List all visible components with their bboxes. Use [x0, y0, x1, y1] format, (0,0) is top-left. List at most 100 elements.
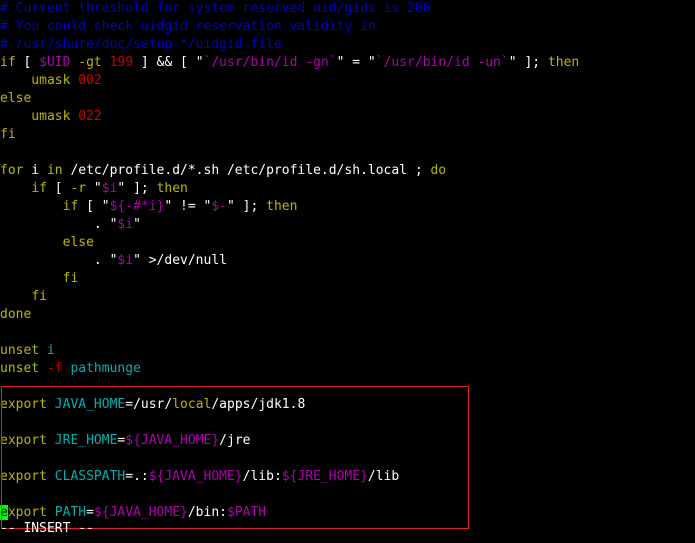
- code-token-default: [47, 505, 55, 520]
- code-token-default: /lib:: [242, 469, 282, 484]
- code-line[interactable]: fi: [0, 288, 47, 306]
- code-line[interactable]: umask 022: [0, 108, 102, 126]
- code-token-default: [39, 361, 47, 376]
- code-token-identifier: JAVA_HOME: [54, 397, 126, 412]
- code-token-default: [47, 397, 55, 412]
- code-line[interactable]: export JRE_HOME=${JAVA_HOME}/jre: [0, 432, 250, 450]
- code-line[interactable]: else: [0, 234, 94, 252]
- code-token-keyword: fi: [62, 271, 79, 286]
- code-token-identifier: JRE_HOME: [54, 433, 118, 448]
- code-token-keyword: else: [62, 235, 94, 250]
- code-token-default: [0, 181, 31, 196]
- code-line[interactable]: # You could check uidgid reservation val…: [0, 18, 376, 36]
- code-token-default: ": [86, 181, 102, 196]
- code-token-default: [102, 55, 110, 70]
- code-token-default: " >/dev/null: [133, 253, 227, 268]
- code-token-variable: `/usr/bin/id -un`: [375, 55, 509, 70]
- code-line[interactable]: unset i: [0, 342, 55, 360]
- code-token-comment: # Current threshold for system reserved …: [0, 1, 431, 16]
- code-token-default: /apps/jdk1.8: [211, 397, 306, 412]
- code-line[interactable]: fi: [0, 270, 79, 288]
- vim-mode-indicator: -- INSERT --: [0, 521, 94, 536]
- code-token-keyword: -gt: [78, 55, 102, 70]
- code-token-keyword: in: [46, 163, 63, 178]
- code-token-variable: ${JAVA_HOME}: [93, 505, 188, 520]
- code-token-default: " ];: [117, 181, 157, 196]
- code-token-default: /lib: [367, 469, 400, 484]
- code-line[interactable]: if [ $UID -gt 199 ] && [ "`/usr/bin/id -…: [0, 54, 579, 72]
- code-token-default: [0, 271, 63, 286]
- code-token-default: [ ": [78, 199, 110, 214]
- code-token-keyword: if: [31, 181, 47, 196]
- code-token-default: . ": [0, 253, 118, 268]
- code-line[interactable]: export CLASSPATH=.:${JAVA_HOME}/lib:${JR…: [0, 468, 399, 486]
- code-line[interactable]: . "$i" >/dev/null: [0, 252, 227, 270]
- code-line[interactable]: for i in /etc/profile.d/*.sh /etc/profil…: [0, 162, 446, 180]
- code-token-default: /etc/profile.d/*.sh /etc/profile.d/sh.lo…: [62, 163, 431, 178]
- code-token-default: /jre: [219, 433, 251, 448]
- code-token-keyword: fi: [31, 289, 47, 304]
- code-line[interactable]: # /usr/share/doc/setup-*/uidgid file: [0, 36, 282, 54]
- code-token-variable: `/usr/bin/id -gn`: [203, 55, 337, 70]
- code-token-number: 022: [78, 109, 102, 124]
- code-token-keyword: unset: [0, 361, 40, 376]
- code-line[interactable]: unset -f pathmunge: [0, 360, 141, 378]
- code-line[interactable]: # Current threshold for system reserved …: [0, 0, 430, 18]
- code-token-default: [39, 343, 47, 358]
- code-token-default: [: [46, 181, 71, 196]
- code-token-default: [0, 199, 63, 214]
- code-token-keyword: export: [0, 397, 47, 412]
- code-token-keyword: then: [156, 181, 188, 196]
- code-token-keyword: umask: [0, 73, 79, 88]
- code-token-keyword: local: [172, 397, 212, 412]
- code-line[interactable]: if [ -r "$i" ]; then: [0, 180, 188, 198]
- code-token-number: -f: [46, 361, 63, 376]
- code-token-keyword: if: [62, 199, 79, 214]
- text-cursor: e: [0, 505, 8, 520]
- code-token-variable: ${JAVA_HOME}: [125, 433, 220, 448]
- code-line[interactable]: if [ "${-#*i}" != "$-" ]; then: [0, 198, 298, 216]
- code-token-default: [47, 433, 55, 448]
- code-token-variable: $i: [117, 253, 134, 268]
- code-token-default: ": [133, 217, 141, 232]
- code-token-keyword: -r: [70, 181, 87, 196]
- code-token-keyword: then: [547, 55, 580, 70]
- code-token-keyword: fi: [0, 127, 16, 142]
- code-line[interactable]: fi: [0, 126, 16, 144]
- code-token-default: i: [23, 163, 47, 178]
- code-token-keyword: umask: [0, 109, 79, 124]
- code-line[interactable]: . "$i": [0, 216, 141, 234]
- code-token-keyword: for: [0, 163, 24, 178]
- code-token-variable: ${JAVA_HOME}: [148, 469, 243, 484]
- code-token-default: =/usr/: [125, 397, 173, 412]
- code-token-default: [47, 469, 55, 484]
- code-token-number: 002: [78, 73, 102, 88]
- code-token-default: [: [15, 55, 40, 70]
- terminal-window[interactable]: # Current threshold for system reserved …: [0, 0, 695, 543]
- code-token-default: . ": [0, 217, 118, 232]
- code-token-keyword: done: [0, 307, 32, 322]
- code-line[interactable]: export JAVA_HOME=/usr/local/apps/jdk1.8: [0, 396, 305, 414]
- code-token-keyword: unset: [0, 343, 40, 358]
- code-token-default: =: [86, 505, 94, 520]
- code-token-variable: ${-#*i}: [109, 199, 165, 214]
- code-token-identifier: i: [46, 343, 55, 358]
- code-token-keyword: then: [266, 199, 298, 214]
- code-token-default: [0, 289, 31, 304]
- code-line[interactable]: done: [0, 306, 31, 324]
- code-token-default: [0, 235, 63, 250]
- code-token-variable: $i: [117, 217, 134, 232]
- code-token-variable: $i: [101, 181, 118, 196]
- code-line[interactable]: umask 002: [0, 72, 102, 90]
- code-token-variable: ${JRE_HOME}: [281, 469, 368, 484]
- code-token-variable: $PATH: [227, 505, 267, 520]
- code-token-identifier: CLASSPATH: [54, 469, 126, 484]
- code-line[interactable]: else: [0, 90, 31, 108]
- code-token-variable: $-: [211, 199, 228, 214]
- code-token-default: =.:: [125, 469, 149, 484]
- code-token-default: ] && [ ": [133, 55, 204, 70]
- code-token-comment: # /usr/share/doc/setup-*/uidgid file: [0, 37, 282, 52]
- code-token-keyword: export: [0, 433, 47, 448]
- code-token-variable: $UID: [39, 55, 71, 70]
- code-token-default: /bin:: [187, 505, 227, 520]
